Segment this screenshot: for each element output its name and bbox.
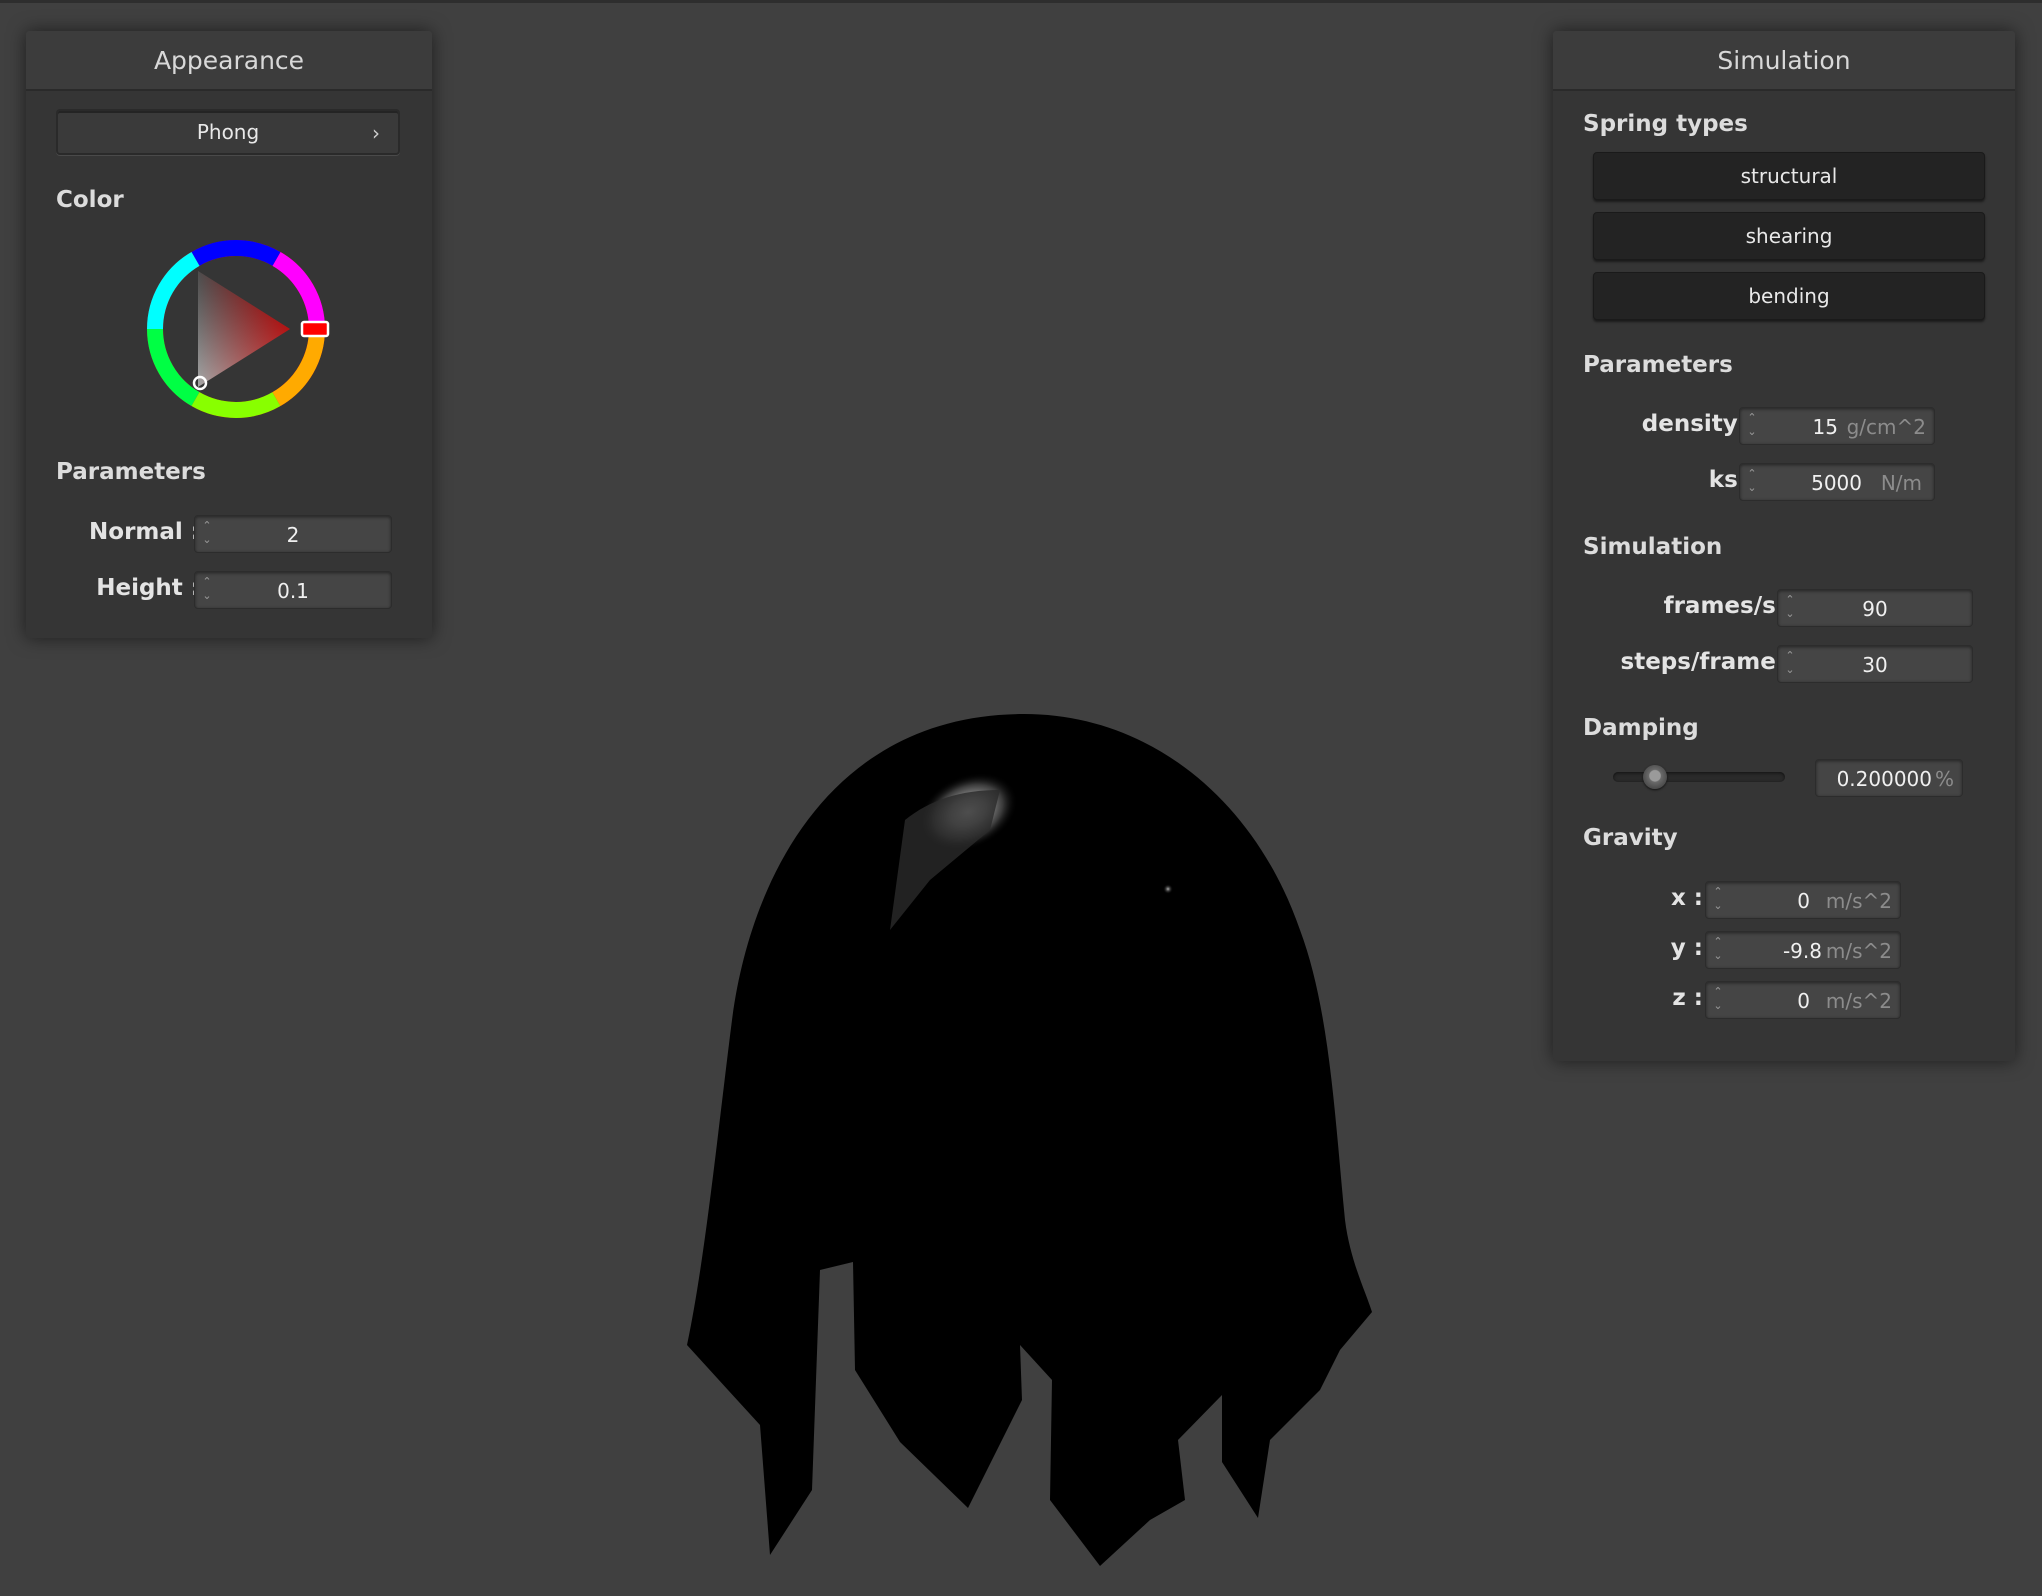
damping-slider-knob[interactable] [1643, 765, 1667, 789]
specular-spark [1163, 884, 1173, 894]
normal-label: Normal : [89, 519, 200, 545]
color-section-label: Color [56, 187, 124, 213]
gravity-y-label: y : [1670, 935, 1703, 961]
spring-shearing-button[interactable]: shearing [1593, 212, 1985, 260]
spinner-arrows-icon[interactable]: ⌃ ⌄ [1712, 885, 1724, 913]
steps-per-frame-input[interactable]: ⌃ ⌄ 30 [1777, 645, 1973, 683]
normal-input[interactable]: ⌃ ⌄ 2 [194, 515, 392, 553]
gravity-x-input[interactable]: ⌃ ⌄ 0 m/s^2 [1705, 881, 1901, 919]
spring-bending-button[interactable]: bending [1593, 272, 1985, 320]
density-label: density : [1641, 411, 1755, 437]
simulation-parameters-label: Parameters [1583, 352, 1733, 378]
spinner-arrows-icon[interactable]: ⌃ ⌄ [1746, 411, 1758, 439]
gravity-y-input[interactable]: ⌃ ⌄ -9.8 m/s^2 [1705, 931, 1901, 969]
chevron-right-icon: › [372, 121, 380, 145]
density-input[interactable]: ⌃ ⌄ 15 g/cm^2 [1739, 407, 1935, 445]
height-input[interactable]: ⌃ ⌄ 0.1 [194, 571, 392, 609]
frames-per-second-label: frames/s : [1663, 593, 1793, 619]
gravity-z-label: z : [1672, 985, 1703, 1011]
spring-types-label: Spring types [1583, 111, 1748, 137]
damping-slider[interactable] [1613, 765, 1785, 789]
ks-label: ks : [1708, 467, 1755, 493]
hue-picker-handle[interactable] [300, 320, 330, 338]
shading-model-button[interactable]: Phong › [56, 109, 400, 155]
simulation-panel-title: Simulation [1553, 31, 2015, 91]
appearance-panel-title: Appearance [26, 31, 432, 91]
gravity-x-label: x : [1670, 885, 1703, 911]
steps-per-frame-label: steps/frame : [1620, 649, 1793, 675]
frames-per-second-input[interactable]: ⌃ ⌄ 90 [1777, 589, 1973, 627]
damping-input[interactable]: 0.200000 % [1815, 759, 1963, 797]
cloth-mesh [687, 714, 1372, 1566]
simulation-panel: Simulation Spring types structural shear… [1553, 31, 2015, 1061]
gravity-z-input[interactable]: ⌃ ⌄ 0 m/s^2 [1705, 981, 1901, 1019]
simulation-section-label: Simulation [1583, 534, 1723, 560]
spinner-arrows-icon[interactable]: ⌃ ⌄ [1712, 935, 1724, 963]
damping-label: Damping [1583, 715, 1699, 741]
spinner-arrows-icon[interactable]: ⌃ ⌄ [1746, 467, 1758, 495]
height-label: Height : [96, 575, 200, 601]
spring-structural-button[interactable]: structural [1593, 152, 1985, 200]
spinner-arrows-icon[interactable]: ⌃ ⌄ [1712, 985, 1724, 1013]
appearance-panel: Appearance Phong › Color Parameters Norm [26, 31, 432, 638]
shading-model-label: Phong [196, 120, 260, 144]
ks-input[interactable]: ⌃ ⌄ 5000 N/m [1739, 463, 1935, 501]
gravity-label: Gravity [1583, 825, 1678, 851]
color-wheel[interactable] [140, 233, 330, 423]
appearance-parameters-label: Parameters [56, 459, 206, 485]
